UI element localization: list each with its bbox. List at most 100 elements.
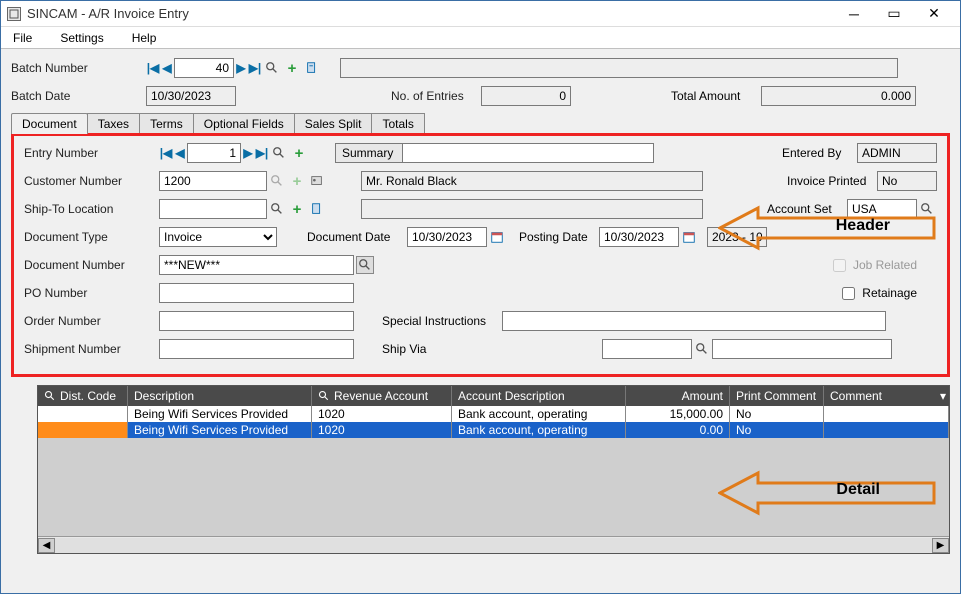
scroll-left-icon[interactable]: ◀ — [38, 538, 55, 553]
cell-comment[interactable] — [824, 406, 949, 422]
grid-hscroll[interactable]: ◀ ▶ — [38, 536, 949, 553]
cell-print[interactable]: No — [730, 422, 824, 438]
tab-sales-split[interactable]: Sales Split — [294, 113, 373, 134]
entry-number-input[interactable] — [187, 143, 241, 163]
cell-amount[interactable]: 15,000.00 — [626, 406, 730, 422]
batch-last-icon[interactable]: ▶| — [248, 61, 262, 75]
tab-taxes[interactable]: Taxes — [87, 113, 140, 134]
menu-help[interactable]: Help — [128, 29, 161, 47]
total-amount-input — [761, 86, 916, 106]
total-amount-label: Total Amount — [671, 89, 761, 103]
close-button[interactable]: ✕ — [914, 2, 954, 26]
batch-next-icon[interactable]: ▶ — [234, 61, 248, 75]
customer-zoom-icon[interactable] — [309, 173, 325, 189]
batch-prev-icon[interactable]: ◀ — [160, 61, 174, 75]
tab-totals[interactable]: Totals — [371, 113, 424, 134]
cell-print[interactable]: No — [730, 406, 824, 422]
menu-file[interactable]: File — [9, 29, 36, 47]
customer-new-icon[interactable]: + — [289, 173, 305, 189]
job-related-checkbox[interactable]: Job Related — [829, 256, 917, 275]
customer-number-input[interactable] — [159, 171, 267, 191]
ship-via-code-input[interactable] — [602, 339, 692, 359]
batch-new-icon[interactable]: + — [284, 60, 300, 76]
document-number-input[interactable] — [159, 255, 354, 275]
posting-date-calendar-icon[interactable] — [681, 229, 697, 245]
account-set-label: Account Set — [767, 202, 847, 216]
entries-label: No. of Entries — [391, 89, 481, 103]
col-account-description[interactable]: Account Description — [452, 386, 626, 406]
tab-optional-fields[interactable]: Optional Fields — [193, 113, 295, 134]
document-date-label: Document Date — [307, 230, 407, 244]
shipto-new-icon[interactable]: + — [289, 201, 305, 217]
entry-first-icon[interactable]: |◀ — [159, 146, 173, 160]
special-instructions-input[interactable] — [502, 311, 886, 331]
batch-zoom-icon[interactable] — [304, 60, 320, 76]
document-type-select[interactable]: Invoice — [159, 227, 277, 247]
window-title: SINCAM - A/R Invoice Entry — [27, 6, 834, 21]
posting-date-input[interactable] — [599, 227, 679, 247]
scroll-track[interactable] — [55, 538, 932, 553]
entry-prev-icon[interactable]: ◀ — [173, 146, 187, 160]
shipto-input[interactable] — [159, 199, 267, 219]
shipto-finder-icon[interactable] — [269, 201, 285, 217]
entry-finder-icon[interactable] — [271, 145, 287, 161]
maximize-button[interactable]: ▭ — [874, 2, 914, 26]
scroll-right-icon[interactable]: ▶ — [932, 538, 949, 553]
po-number-input[interactable] — [159, 283, 354, 303]
summary-input[interactable] — [403, 144, 653, 162]
tab-document[interactable]: Document — [11, 113, 88, 134]
table-row: Being Wifi Services Provided 1020 Bank a… — [38, 406, 949, 422]
ship-via-name-input[interactable] — [712, 339, 892, 359]
batch-number-input[interactable] — [174, 58, 234, 78]
col-expand-icon[interactable]: ▾ — [937, 386, 949, 406]
shipto-zoom-icon[interactable] — [309, 201, 325, 217]
cell-dist[interactable] — [38, 422, 128, 438]
tab-terms[interactable]: Terms — [139, 113, 194, 134]
menu-settings[interactable]: Settings — [56, 29, 107, 47]
batch-first-icon[interactable]: |◀ — [146, 61, 160, 75]
col-print-comment[interactable]: Print Comment — [730, 386, 824, 406]
batch-date-label: Batch Date — [11, 89, 146, 103]
grid-body[interactable]: Being Wifi Services Provided 1020 Bank a… — [38, 406, 949, 536]
account-set-finder-icon[interactable] — [919, 201, 935, 217]
retainage-checkbox[interactable]: Retainage — [838, 284, 917, 303]
col-description[interactable]: Description — [128, 386, 312, 406]
cell-amount[interactable]: 0.00 — [626, 422, 730, 438]
cell-rev[interactable]: 1020 — [312, 406, 452, 422]
col-dist-code[interactable]: Dist. Code — [38, 386, 128, 406]
cell-comment[interactable] — [824, 422, 949, 438]
tabstrip: Document Taxes Terms Optional Fields Sal… — [11, 113, 950, 134]
col-amount[interactable]: Amount — [626, 386, 730, 406]
cell-accdesc[interactable]: Bank account, operating — [452, 406, 626, 422]
col-comment[interactable]: Comment — [824, 386, 937, 406]
order-number-input[interactable] — [159, 311, 354, 331]
entries-input — [481, 86, 571, 106]
document-number-finder-icon[interactable] — [356, 256, 374, 274]
cell-dist[interactable] — [38, 406, 128, 422]
minimize-button[interactable]: ─ — [834, 2, 874, 26]
ship-via-label: Ship Via — [382, 342, 502, 356]
batch-finder-icon[interactable] — [264, 60, 280, 76]
entry-next-icon[interactable]: ▶ — [241, 146, 255, 160]
entry-last-icon[interactable]: ▶| — [255, 146, 269, 160]
document-number-label: Document Number — [24, 258, 159, 272]
summary-box: Summary — [335, 143, 654, 163]
menubar: File Settings Help — [1, 27, 960, 49]
shipment-number-input[interactable] — [159, 339, 354, 359]
cell-rev[interactable]: 1020 — [312, 422, 452, 438]
customer-name-input — [361, 171, 703, 191]
account-set-input[interactable] — [847, 199, 917, 219]
special-instructions-label: Special Instructions — [382, 314, 502, 328]
entry-new-icon[interactable]: + — [291, 145, 307, 161]
customer-finder-icon[interactable] — [269, 173, 285, 189]
col-revenue-account[interactable]: Revenue Account — [312, 386, 452, 406]
batch-desc-input[interactable] — [340, 58, 898, 78]
titlebar: SINCAM - A/R Invoice Entry ─ ▭ ✕ — [1, 1, 960, 27]
cell-accdesc[interactable]: Bank account, operating — [452, 422, 626, 438]
cell-desc[interactable]: Being Wifi Services Provided — [128, 406, 312, 422]
ship-via-finder-icon[interactable] — [694, 341, 710, 357]
batch-number-label: Batch Number — [11, 61, 146, 75]
cell-desc[interactable]: Being Wifi Services Provided — [128, 422, 312, 438]
document-date-calendar-icon[interactable] — [489, 229, 505, 245]
document-date-input[interactable] — [407, 227, 487, 247]
